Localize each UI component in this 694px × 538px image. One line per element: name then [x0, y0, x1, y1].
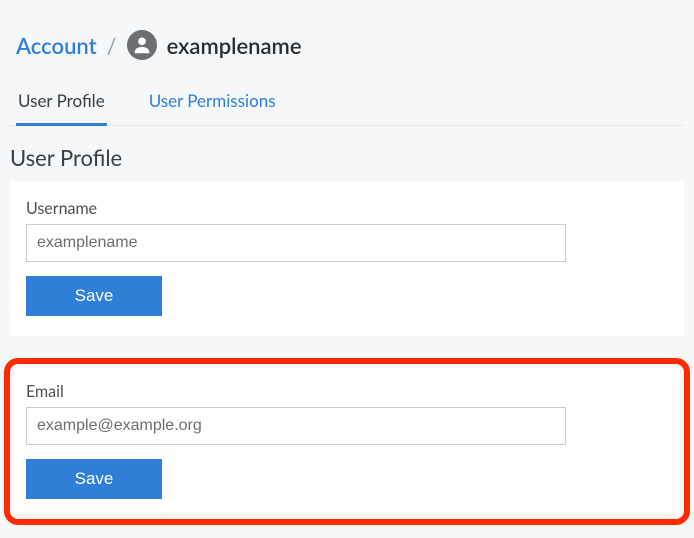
tab-user-permissions[interactable]: User Permissions — [147, 84, 278, 125]
save-email-button[interactable]: Save — [26, 459, 162, 499]
tab-user-profile[interactable]: User Profile — [16, 84, 107, 126]
page-title: User Profile — [10, 144, 684, 171]
breadcrumb-username: examplename — [167, 32, 302, 59]
email-input[interactable] — [26, 407, 566, 445]
email-card: Email Save — [14, 368, 680, 515]
breadcrumb-account-link[interactable]: Account — [16, 32, 97, 59]
username-label: Username — [26, 199, 668, 218]
username-card: Username Save — [10, 181, 684, 336]
breadcrumb-separator: / — [107, 32, 117, 59]
email-highlight: Email Save — [4, 358, 690, 525]
user-avatar-icon — [127, 30, 157, 60]
tabs: User Profile User Permissions — [10, 84, 684, 126]
breadcrumb: Account / examplename — [10, 12, 684, 70]
email-label: Email — [26, 382, 668, 401]
save-username-button[interactable]: Save — [26, 276, 162, 316]
username-input[interactable] — [26, 224, 566, 262]
